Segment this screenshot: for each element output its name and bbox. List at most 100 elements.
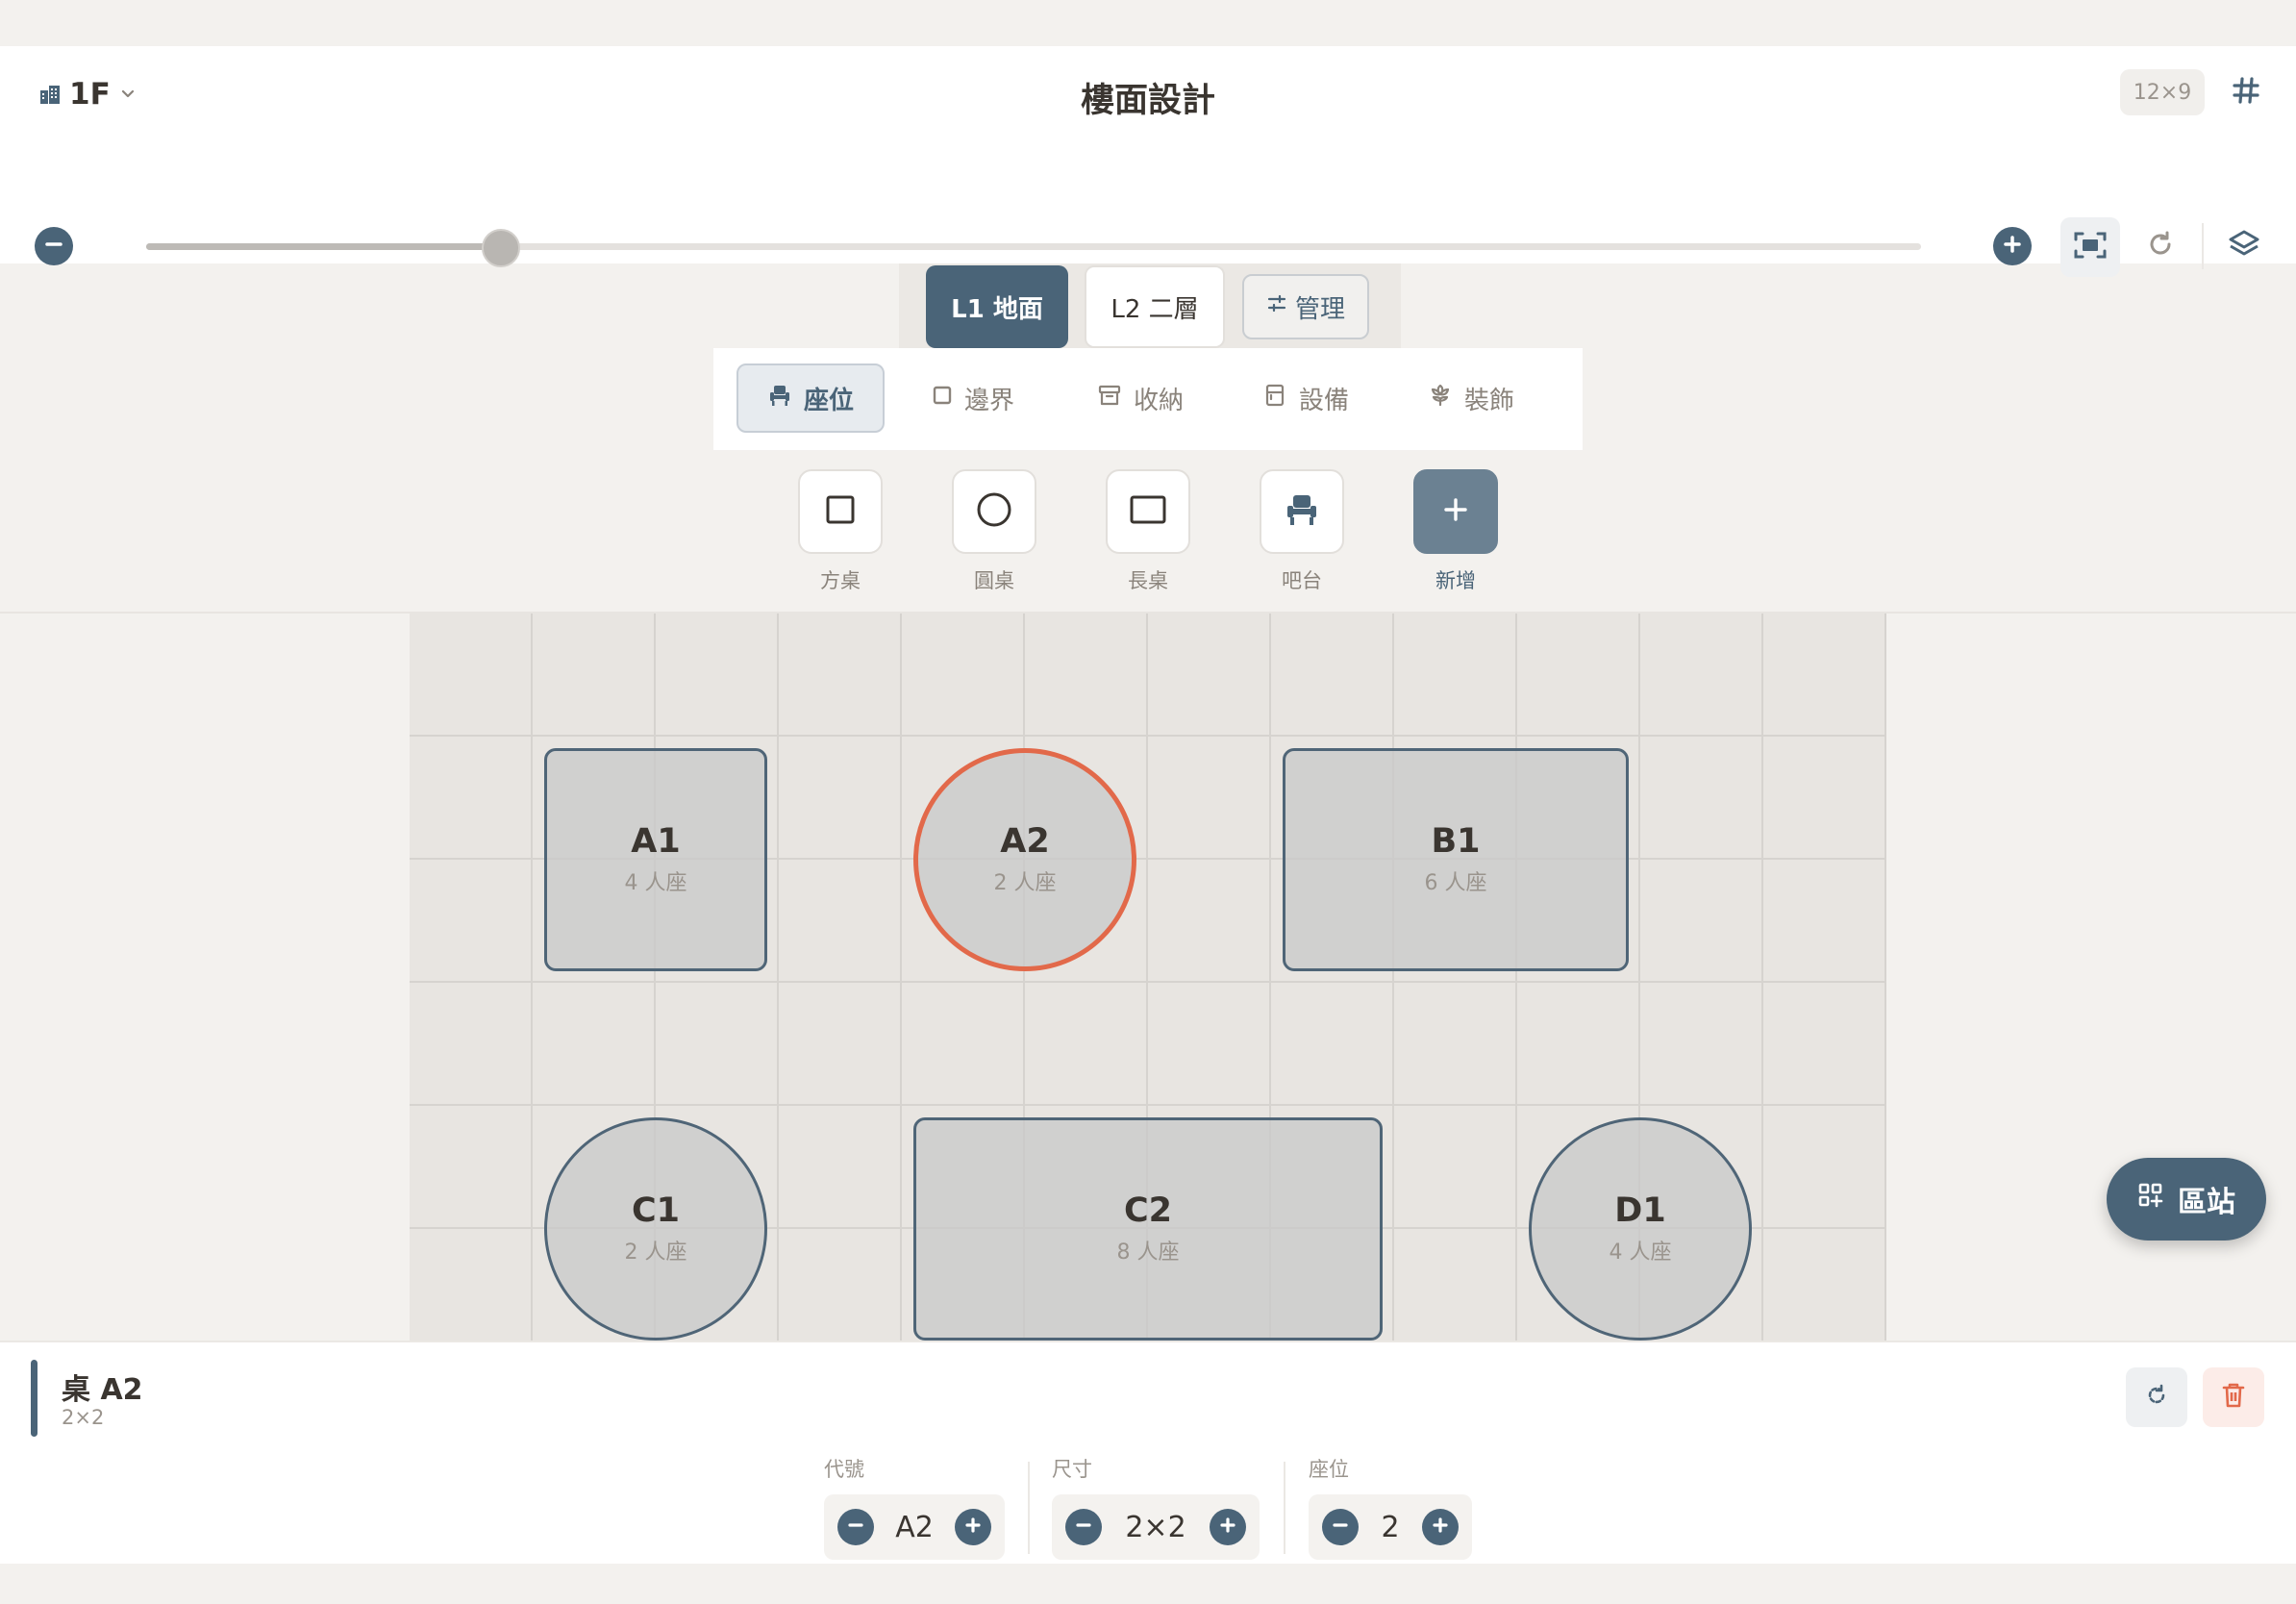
field-label: 尺寸 [1052,1458,1092,1481]
tool-round-table[interactable]: 圓桌 [952,469,1036,594]
manage-levels-button[interactable]: 管理 [1242,274,1369,339]
increment-button[interactable] [954,1509,991,1545]
manage-label: 管理 [1294,294,1345,324]
sliders-icon [1266,292,1287,321]
stepper-value: A2 [895,1510,934,1544]
table-seats: 6 人座 [1424,871,1487,896]
archive-box-icon [1097,383,1122,414]
plus-icon [1218,1516,1237,1539]
round-table-icon [975,490,1013,533]
plus-icon [1440,494,1471,529]
tool-bar-counter[interactable]: 吧台 [1260,469,1344,594]
decrement-button[interactable] [1322,1509,1359,1545]
page-title: 樓面設計 [1080,82,1215,120]
tool-label: 吧台 [1282,569,1322,592]
grid-toggle-button[interactable] [2227,73,2265,112]
grid-size-badge: 12×9 [2120,69,2205,115]
table-code: C1 [631,1190,681,1230]
field-code: 代號 A2 [824,1454,1005,1560]
toolbar-divider [2202,223,2204,269]
table-seats: 2 人座 [624,1241,687,1266]
armchair-icon [767,383,792,414]
plus-icon [1431,1516,1450,1539]
zoom-in-button[interactable] [1993,227,2032,265]
tool-label: 新增 [1435,569,1476,592]
category-equipment[interactable]: 設備 [1241,363,1370,433]
flower-icon [1428,383,1453,414]
category-storage[interactable]: 收納 [1076,363,1205,433]
layers-button[interactable] [2225,227,2263,265]
round-table-button[interactable] [952,469,1036,554]
zoom-toolbar [0,181,2296,277]
fit-screen-icon [2074,231,2107,263]
add-tool-button[interactable] [1413,469,1498,554]
category-seating[interactable]: 座位 [736,363,885,433]
stepper-value: 2 [1381,1510,1400,1544]
category-label: 裝飾 [1464,386,1515,415]
hash-icon [2231,75,2261,110]
table-a1[interactable]: A1 4 人座 [544,748,767,971]
field-divider [1028,1462,1030,1554]
tool-long-table[interactable]: 長桌 [1106,469,1190,594]
table-code: D1 [1614,1190,1666,1230]
tool-label: 圓桌 [974,569,1014,592]
selection-accent [31,1360,37,1437]
zoom-slider-thumb[interactable] [482,229,521,267]
bar-counter-button[interactable] [1260,469,1344,554]
tab-level-l1[interactable]: L1 地面 [926,265,1068,348]
long-table-button[interactable] [1106,469,1190,554]
tool-label: 方桌 [820,569,861,592]
increment-button[interactable] [1210,1509,1246,1545]
selected-title: 桌 A2 [62,1373,143,1407]
table-code: A2 [1000,821,1050,861]
table-b1[interactable]: B1 6 人座 [1283,748,1629,971]
delete-button[interactable] [2203,1367,2264,1427]
tool-square-table[interactable]: 方桌 [798,469,883,594]
category-label: 收納 [1134,386,1185,415]
zoom-slider-track[interactable] [146,243,1921,250]
level-tabs: L1 地面 L2 二層 管理 [899,263,1401,348]
square-outline-icon [932,384,953,413]
seats-stepper: 2 [1309,1494,1472,1560]
tab-level-l2[interactable]: L2 二層 [1085,265,1225,348]
tool-add-new[interactable]: 新增 [1413,469,1498,594]
header: 1F 樓面設計 12×9 [0,46,2296,277]
trash-icon [2221,1382,2246,1413]
fit-screen-button[interactable] [2060,217,2120,277]
minus-icon [43,234,64,259]
zoom-out-button[interactable] [35,227,73,265]
field-seats: 座位 2 [1309,1454,1472,1560]
category-label: 座位 [803,386,854,415]
table-d1[interactable]: D1 4 人座 [1529,1117,1752,1341]
minus-icon [1074,1516,1093,1539]
category-label: 邊界 [964,386,1015,415]
layers-icon [2228,228,2260,264]
decrement-button[interactable] [1065,1509,1102,1545]
selected-size: 2×2 [62,1406,105,1429]
category-label: 設備 [1299,386,1350,415]
qr-add-icon [2137,1182,2164,1216]
minus-icon [846,1516,865,1539]
rotate-button[interactable] [2126,1367,2187,1427]
increment-button[interactable] [1422,1509,1459,1545]
floor-canvas[interactable]: A1 4 人座 A2 2 人座 B1 6 人座 C1 2 人座 C2 8 人座 … [410,614,1886,1341]
minus-icon [1331,1516,1350,1539]
stations-fab[interactable]: 區站 [2107,1158,2266,1241]
square-table-button[interactable] [798,469,883,554]
reset-view-button[interactable] [2143,229,2178,263]
rotate-icon [2143,1382,2170,1413]
field-size: 尺寸 2×2 [1052,1454,1260,1560]
decrement-button[interactable] [837,1509,874,1545]
table-code: B1 [1431,821,1481,861]
table-seats: 4 人座 [624,871,687,896]
appliance-icon [1262,383,1287,414]
category-bar: 座位 邊界 收納 設備 裝飾 [713,348,1583,450]
code-stepper: A2 [824,1494,1005,1560]
category-boundary[interactable]: 邊界 [911,363,1036,433]
table-c1[interactable]: C1 2 人座 [544,1117,767,1341]
table-c2[interactable]: C2 8 人座 [913,1117,1383,1341]
table-seats: 2 人座 [993,871,1057,896]
category-decoration[interactable]: 裝飾 [1407,363,1535,433]
table-a2[interactable]: A2 2 人座 [913,748,1136,971]
bar-chair-icon [1284,492,1320,531]
